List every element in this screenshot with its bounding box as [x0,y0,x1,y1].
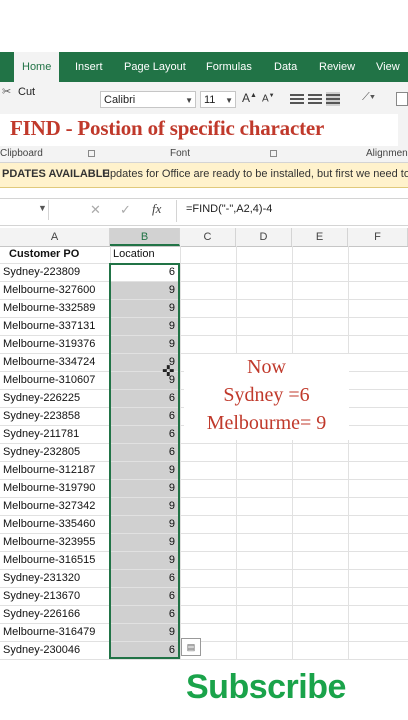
customer-po-cell[interactable]: Sydney-232805 [3,444,80,461]
font-name-value: Calibri [104,94,136,106]
group-alignment-label: Alignmen [366,148,408,159]
font-size-value: 11 [204,94,216,106]
table-row: Melbourne-312187 9 [0,462,408,480]
chevron-down-icon: ▼ [225,96,233,105]
column-header-f[interactable]: F [348,228,408,246]
customer-po-cell[interactable]: Melbourne-312187 [3,462,95,479]
message-bar-title: PDATES AVAILABLE [2,168,110,180]
table-row: Sydney-226166 6 [0,606,408,624]
customer-po-cell[interactable]: Sydney-223809 [3,264,80,281]
customer-po-cell[interactable]: Melbourne-327600 [3,282,95,299]
customer-po-cell[interactable]: Melbourne-319790 [3,480,95,497]
customer-po-cell[interactable]: Sydney-213670 [3,588,80,605]
align-top-icon[interactable] [290,92,304,106]
customer-po-cell[interactable]: Sydney-211781 [3,426,79,443]
tab-review[interactable]: Review [319,52,355,82]
header-customer-po[interactable]: Customer PO [9,246,79,263]
table-row: Melbourne-319376 9 [0,336,408,354]
ribbon-tab-bar: Home Insert Page Layout Formulas Data Re… [0,52,408,82]
table-row: Melbourne-337131 9 [0,318,408,336]
formula-input[interactable]: =FIND("-",A2,4)-4 [186,203,272,215]
tab-view[interactable]: View [376,52,400,82]
customer-po-cell[interactable]: Sydney-223858 [3,408,80,425]
font-name-dropdown[interactable]: Calibri ▼ [100,91,196,108]
formula-bar-divider [176,200,177,222]
table-row: Sydney-230046 6 [0,642,408,660]
table-row: Melbourne-327342 9 [0,498,408,516]
chevron-down-icon: ▼ [185,96,193,105]
ribbon-group-labels [0,146,408,163]
annotation-line-1: Now [247,356,286,378]
decrease-font-size-icon[interactable]: A▼ [262,93,275,104]
table-row: Melbourne-335460 9 [0,516,408,534]
wrap-text-icon[interactable] [396,92,408,106]
table-row: Sydney-223809 6 [0,264,408,282]
customer-po-cell[interactable]: Sydney-226166 [3,606,80,623]
customer-po-cell[interactable]: Melbourne-319376 [3,336,95,353]
tab-page-layout[interactable]: Page Layout [124,52,186,82]
cancel-icon[interactable]: ✕ [90,202,101,218]
customer-po-cell[interactable]: Melbourne-323955 [3,534,95,551]
dialog-launcher-icon[interactable] [88,150,95,157]
customer-po-cell[interactable]: Sydney-230046 [3,642,80,659]
customer-po-cell[interactable]: Melbourne-337131 [3,318,95,335]
tab-data[interactable]: Data [274,52,297,82]
annotation-line-2: Sydney =6 [223,384,310,406]
column-header-e[interactable]: E [292,228,348,246]
increase-font-size-icon[interactable]: A▲ [242,91,257,105]
table-row: Melbourne-319790 9 [0,480,408,498]
table-row: Melbourne-327600 9 [0,282,408,300]
column-header-d[interactable]: D [236,228,292,246]
insert-function-icon[interactable]: fx [152,201,161,217]
dialog-launcher-icon[interactable] [270,150,277,157]
banner-title: FIND - Postion of specific character [10,116,325,140]
column-header-b[interactable]: B [110,228,180,246]
annotation-line-3: Melbourme= 9 [206,412,327,434]
chevron-down-icon[interactable]: ▼ [38,203,47,213]
group-font-label: Font [170,148,191,159]
customer-po-cell[interactable]: Sydney-231320 [3,570,80,587]
tab-home[interactable]: Home [14,52,60,82]
cell-cursor-icon: ✜ [162,363,175,380]
top-blank-band [0,0,408,52]
group-clipboard-label: Clipboard [0,148,43,159]
table-row: Melbourne-332589 9 [0,300,408,318]
enter-check-icon[interactable]: ✓ [120,202,131,218]
table-row: Melbourne-316479 9 [0,624,408,642]
customer-po-cell[interactable]: Melbourne-327342 [3,498,95,515]
scissors-icon[interactable]: ✂ [2,85,11,98]
column-header-a[interactable]: A [0,228,110,246]
align-bottom-icon[interactable] [326,92,340,106]
customer-po-cell[interactable]: Melbourne-334724 [3,354,95,371]
bottom-strip [0,660,408,668]
align-middle-icon[interactable] [308,92,322,106]
tab-formulas[interactable]: Formulas [206,52,252,82]
table-row: Sydney-232805 6 [0,444,408,462]
table-row: Melbourne-316515 9 [0,552,408,570]
customer-po-cell[interactable]: Sydney-226225 [3,390,80,407]
quick-analysis-icon[interactable]: ▤ [181,638,201,656]
orientation-icon[interactable]: ⟋▾ [362,91,375,104]
customer-po-cell[interactable]: Melbourne-316515 [3,552,95,569]
cut-button[interactable]: Cut [18,86,35,98]
subscribe-text: Subscribe [186,668,346,706]
message-bar-text: Updates for Office are ready to be insta… [102,168,408,180]
table-row: Sydney-231320 6 [0,570,408,588]
table-header-row: Customer PO Location [0,246,408,264]
customer-po-cell[interactable]: Melbourne-335460 [3,516,95,533]
table-row: Melbourne-323955 9 [0,534,408,552]
customer-po-cell[interactable]: Melbourne-332589 [3,300,95,317]
tab-insert[interactable]: Insert [75,52,103,82]
customer-po-cell[interactable]: Melbourne-316479 [3,624,95,641]
customer-po-cell[interactable]: Melbourne-310607 [3,372,95,389]
table-row: Sydney-213670 6 [0,588,408,606]
selection-border [109,263,180,659]
column-header-c[interactable]: C [180,228,236,246]
font-size-dropdown[interactable]: 11 ▼ [200,91,236,108]
header-location[interactable]: Location [110,246,179,263]
